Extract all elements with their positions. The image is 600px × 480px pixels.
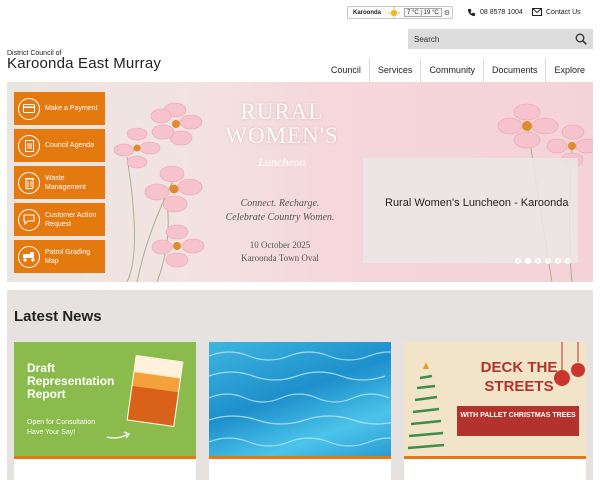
ornament-icon [554,342,585,386]
search-input[interactable] [414,34,554,44]
nav-services[interactable]: Services [368,58,421,82]
quick-link-make-payment[interactable]: Make a Payment [14,92,105,125]
latest-news-section: Latest News Draft Representation Report … [7,290,593,480]
logo-title: Karoonda East Murray [7,55,162,72]
nav-council[interactable]: Council [323,58,369,82]
site-logo[interactable]: District Council of Karoonda East Murray [7,50,161,71]
news-card-banner: WITH PALLET CHRISTMAS TREES [457,406,579,436]
quick-links: Make a Payment Council Agenda Waste Mana… [14,92,105,277]
quick-link-council-agenda[interactable]: Council Agenda [14,129,105,162]
hero-carousel[interactable]: Make a Payment Council Agenda Waste Mana… [7,82,593,282]
report-cover-image [126,354,184,428]
grader-icon [18,245,40,268]
phone-icon [467,8,476,17]
quick-link-label: Council Agenda [45,142,95,149]
sun-icon [386,6,402,19]
quick-link-customer-action-request[interactable]: Customer Action Request [14,203,105,236]
slide-caption[interactable]: Rural Women's Luncheon - Karoonda [363,158,578,263]
contact-label: Contact Us [546,8,581,16]
phone-number: 08 8578 1004 [480,9,523,16]
news-card-pool[interactable] [209,342,391,480]
document-icon [18,134,40,157]
hero-tagline: Connect. Recharge. Celebrate Country Wom… [205,197,355,225]
arrow-icon [106,431,131,439]
carousel-dot[interactable] [535,258,541,264]
hero-tagline-line2: Celebrate Country Women. [225,212,335,223]
carousel-dot[interactable] [545,258,551,264]
utility-bar: Karoonda 7 °C | 19 °C ⚙ 08 8578 1004 Con… [0,0,600,28]
chat-icon [18,208,40,231]
hero-tagline-line1: Connect. Recharge. [240,198,320,209]
contact-us-link[interactable]: Contact Us [532,8,581,16]
main-nav: Council Services Community Documents Exp… [323,58,593,82]
nav-community[interactable]: Community [420,58,483,82]
card-accent-bar [14,456,196,459]
hero-event-date: 10 October 2025 [249,240,311,250]
search-icon[interactable] [575,33,587,45]
carousel-dot[interactable] [565,258,571,264]
search-bar [408,29,593,49]
card-accent-bar [404,456,586,459]
news-card-draft-representation[interactable]: Draft Representation Report Open for Con… [14,342,196,480]
news-card-deck-the-streets[interactable]: DECK THE STREETS WITH PALLET CHRISTMAS T… [404,342,586,480]
carousel-dot-active[interactable] [525,258,531,264]
news-card-subtitle: Open for Consultation Have Your Say! [27,419,96,436]
envelope-icon [532,8,542,16]
gear-icon[interactable]: ⚙ [444,9,450,17]
nav-explore[interactable]: Explore [545,58,593,82]
hero-event-venue: Karoonda Town Oval [241,253,319,263]
christmas-tree-icon [407,362,445,450]
phone-link[interactable]: 08 8578 1004 [467,8,523,17]
hero-event-details: 10 October 2025 Karoonda Town Oval [205,239,355,265]
quick-link-waste-management[interactable]: Waste Management [14,166,105,199]
news-card-image: Draft Representation Report Open for Con… [14,342,196,456]
carousel-dot[interactable] [555,258,561,264]
news-card-title: Draft Representation Report [27,361,115,401]
quick-link-label: Customer Action Request [45,211,97,228]
hero-script-title: Luncheon [258,155,306,169]
card-icon [18,97,40,120]
carousel-dot[interactable] [515,258,521,264]
weather-temps: 7 °C | 19 °C [404,8,442,17]
nav-documents[interactable]: Documents [482,58,546,82]
news-card-image-water [209,342,391,456]
weather-location: Karoonda [352,9,381,16]
card-accent-bar [209,456,391,459]
news-card-image: DECK THE STREETS WITH PALLET CHRISTMAS T… [404,342,586,456]
hero-title: RURAL WOMEN'S [225,99,339,148]
quick-link-label: Patrol Grading Map [45,248,91,265]
section-heading: Latest News [14,308,102,325]
quick-link-label: Make a Payment [45,105,98,112]
water-ripples [209,351,391,447]
weather-widget[interactable]: Karoonda 7 °C | 19 °C ⚙ [347,6,453,19]
carousel-dots [515,258,571,264]
bin-icon [18,171,40,194]
quick-link-patrol-grading-map[interactable]: Patrol Grading Map [14,240,105,273]
quick-link-label: Waste Management [45,174,86,191]
